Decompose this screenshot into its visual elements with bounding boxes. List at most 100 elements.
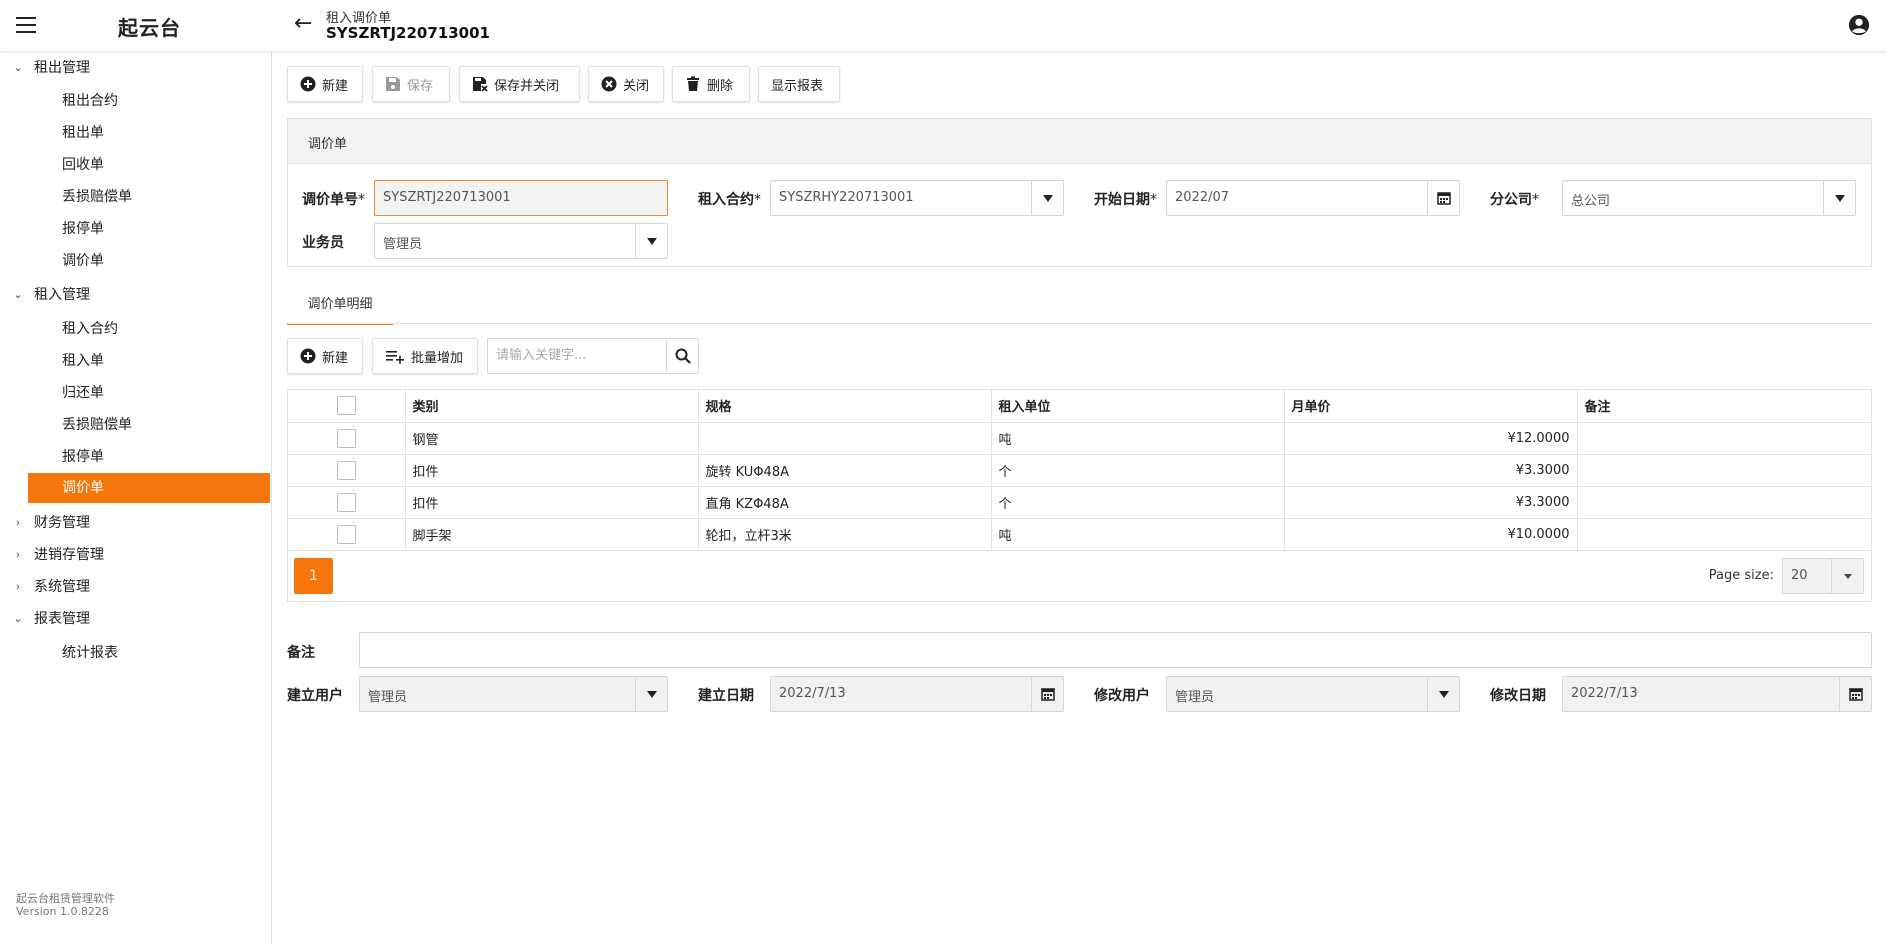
dropdown-arrow-icon[interactable] <box>1427 677 1459 711</box>
sidebar-item-rent-in-order[interactable]: 租入单 <box>28 346 270 376</box>
salesman-value: 管理员 <box>383 237 423 252</box>
sidebar-item-recovery-order[interactable]: 回收单 <box>28 150 270 180</box>
sidebar-item-rent-in-loss[interactable]: 丢损赔偿单 <box>28 410 270 440</box>
tab-price-adjust-detail[interactable]: 调价单明细 <box>287 291 393 325</box>
note-field[interactable] <box>359 632 1872 668</box>
row-select-cell <box>288 518 406 551</box>
back-arrow-icon[interactable]: ← <box>294 12 312 36</box>
calendar-icon[interactable] <box>1839 677 1871 711</box>
cell-spec: 旋转 KUΦ48A <box>698 454 992 487</box>
cell-unit: 吨 <box>991 422 1285 455</box>
salesman-select[interactable]: 管理员 <box>374 223 668 259</box>
calendar-icon[interactable] <box>1031 677 1063 711</box>
cell-note <box>1577 422 1871 455</box>
row-select-cell <box>288 486 406 519</box>
sidebar-item-rent-in-suspend[interactable]: 报停单 <box>28 442 270 472</box>
sidebar-item-rent-out-order[interactable]: 租出单 <box>28 118 270 148</box>
sidebar-item-label: 租入单 <box>62 353 104 369</box>
sidebar-group-inventory[interactable]: › 进销存管理 <box>0 540 272 570</box>
dropdown-arrow-icon[interactable] <box>1031 181 1063 215</box>
close-button[interactable]: 关闭 <box>588 66 664 102</box>
table-row[interactable]: 脚手架 轮扣，立杆3米 吨 ¥10.0000 <box>288 518 1871 551</box>
sidebar-item-statistics-report[interactable]: 统计报表 <box>28 638 270 668</box>
cell-spec <box>698 422 992 455</box>
row-checkbox[interactable] <box>336 460 356 480</box>
sidebar-item-rent-out-suspend[interactable]: 报停单 <box>28 214 270 244</box>
branch-select[interactable]: 总公司 <box>1562 180 1856 216</box>
sidebar-group-label: 租入管理 <box>34 287 90 303</box>
sidebar-item-rent-in-price-adjust[interactable]: 调价单 <box>28 473 270 503</box>
save-and-close-button[interactable]: 保存并关闭 <box>459 66 580 102</box>
row-checkbox[interactable] <box>336 428 356 448</box>
cell-unit: 吨 <box>991 518 1285 551</box>
sidebar-group-label: 报表管理 <box>34 611 90 627</box>
sidebar-group-system[interactable]: › 系统管理 <box>0 572 272 602</box>
batch-add-button[interactable]: 批量增加 <box>372 338 478 374</box>
branch-value: 总公司 <box>1571 194 1611 209</box>
column-header-category[interactable]: 类别 <box>405 390 699 423</box>
cell-spec: 轮扣，立杆3米 <box>698 518 992 551</box>
row-checkbox[interactable] <box>336 492 356 512</box>
sidebar-group-label: 租出管理 <box>34 60 90 76</box>
detail-table: 类别 规格 租入单位 月单价 备注 钢管 吨 ¥12.0000 扣件 旋转 KU… <box>288 390 1871 551</box>
show-report-label: 显示报表 <box>771 78 824 94</box>
sidebar-item-rent-out-contract[interactable]: 租出合约 <box>28 86 270 116</box>
account-icon[interactable] <box>1848 14 1870 36</box>
start-date-field[interactable]: 2022/07 <box>1166 180 1460 216</box>
sidebar: ⌄ 租出管理 租出合约 租出单 回收单 丢损赔偿单 报停单 调价单 ⌄ 租入管理… <box>0 52 272 944</box>
new-button[interactable]: 新建 <box>287 66 363 102</box>
contract-select[interactable]: SYSZRHY220713001 <box>770 180 1064 216</box>
modified-by-select[interactable]: 管理员 <box>1166 676 1460 712</box>
created-by-value: 管理员 <box>368 690 408 705</box>
sidebar-item-rent-in-contract[interactable]: 租入合约 <box>28 314 270 344</box>
created-by-select[interactable]: 管理员 <box>359 676 668 712</box>
sidebar-item-label: 丢损赔偿单 <box>62 189 132 205</box>
show-report-button[interactable]: 显示报表 <box>758 66 840 102</box>
select-all-checkbox[interactable] <box>336 396 356 416</box>
sidebar-item-rent-out-price-adjust[interactable]: 调价单 <box>28 246 270 276</box>
table-row[interactable]: 钢管 吨 ¥12.0000 <box>288 422 1871 455</box>
sidebar-item-label: 调价单 <box>62 480 104 496</box>
column-header-note[interactable]: 备注 <box>1577 390 1871 423</box>
sidebar-group-rent-in[interactable]: ⌄ 租入管理 <box>0 280 272 310</box>
search-box <box>487 338 699 374</box>
dropdown-arrow-icon[interactable] <box>635 677 667 711</box>
doc-no-field[interactable]: SYSZRTJ220713001 <box>374 180 668 216</box>
row-checkbox[interactable] <box>336 524 356 544</box>
search-button[interactable] <box>666 339 698 373</box>
save-close-icon <box>473 77 488 92</box>
sidebar-group-reports[interactable]: ⌄ 报表管理 <box>0 604 272 634</box>
sidebar-item-return-order[interactable]: 归还单 <box>28 378 270 408</box>
branch-label: 分公司* <box>1490 192 1539 208</box>
cell-category: 扣件 <box>405 486 699 519</box>
cell-category: 扣件 <box>405 454 699 487</box>
table-row[interactable]: 扣件 旋转 KUΦ48A 个 ¥3.3000 <box>288 454 1871 487</box>
column-header-monthly-price[interactable]: 月单价 <box>1284 390 1578 423</box>
detail-new-button[interactable]: 新建 <box>287 338 363 374</box>
created-date-field[interactable]: 2022/7/13 <box>770 676 1064 712</box>
search-input[interactable] <box>496 348 656 363</box>
cell-category: 钢管 <box>405 422 699 455</box>
save-button[interactable]: 保存 <box>372 66 450 102</box>
column-header-unit[interactable]: 租入单位 <box>991 390 1285 423</box>
column-header-spec[interactable]: 规格 <box>698 390 992 423</box>
select-all-cell <box>288 390 406 423</box>
search-icon <box>675 348 691 364</box>
calendar-icon[interactable] <box>1427 181 1459 215</box>
dropdown-arrow-icon[interactable] <box>635 224 667 258</box>
page-button-1[interactable]: 1 <box>294 558 333 594</box>
menu-icon[interactable] <box>16 17 36 33</box>
created-date-value: 2022/7/13 <box>779 686 846 701</box>
delete-button-label: 删除 <box>707 78 734 94</box>
page-size-select[interactable]: 20 <box>1782 558 1864 594</box>
page-size-value: 20 <box>1791 568 1808 583</box>
sidebar-item-label: 归还单 <box>62 385 104 401</box>
sidebar-group-finance[interactable]: › 财务管理 <box>0 508 272 538</box>
modified-date-field[interactable]: 2022/7/13 <box>1562 676 1872 712</box>
sidebar-item-rent-out-loss[interactable]: 丢损赔偿单 <box>28 182 270 212</box>
dropdown-arrow-icon[interactable] <box>1823 181 1855 215</box>
delete-button[interactable]: 删除 <box>672 66 750 102</box>
sidebar-group-rent-out[interactable]: ⌄ 租出管理 <box>0 53 272 83</box>
table-row[interactable]: 扣件 直角 KZΦ48A 个 ¥3.3000 <box>288 486 1871 519</box>
cell-unit: 个 <box>991 454 1285 487</box>
